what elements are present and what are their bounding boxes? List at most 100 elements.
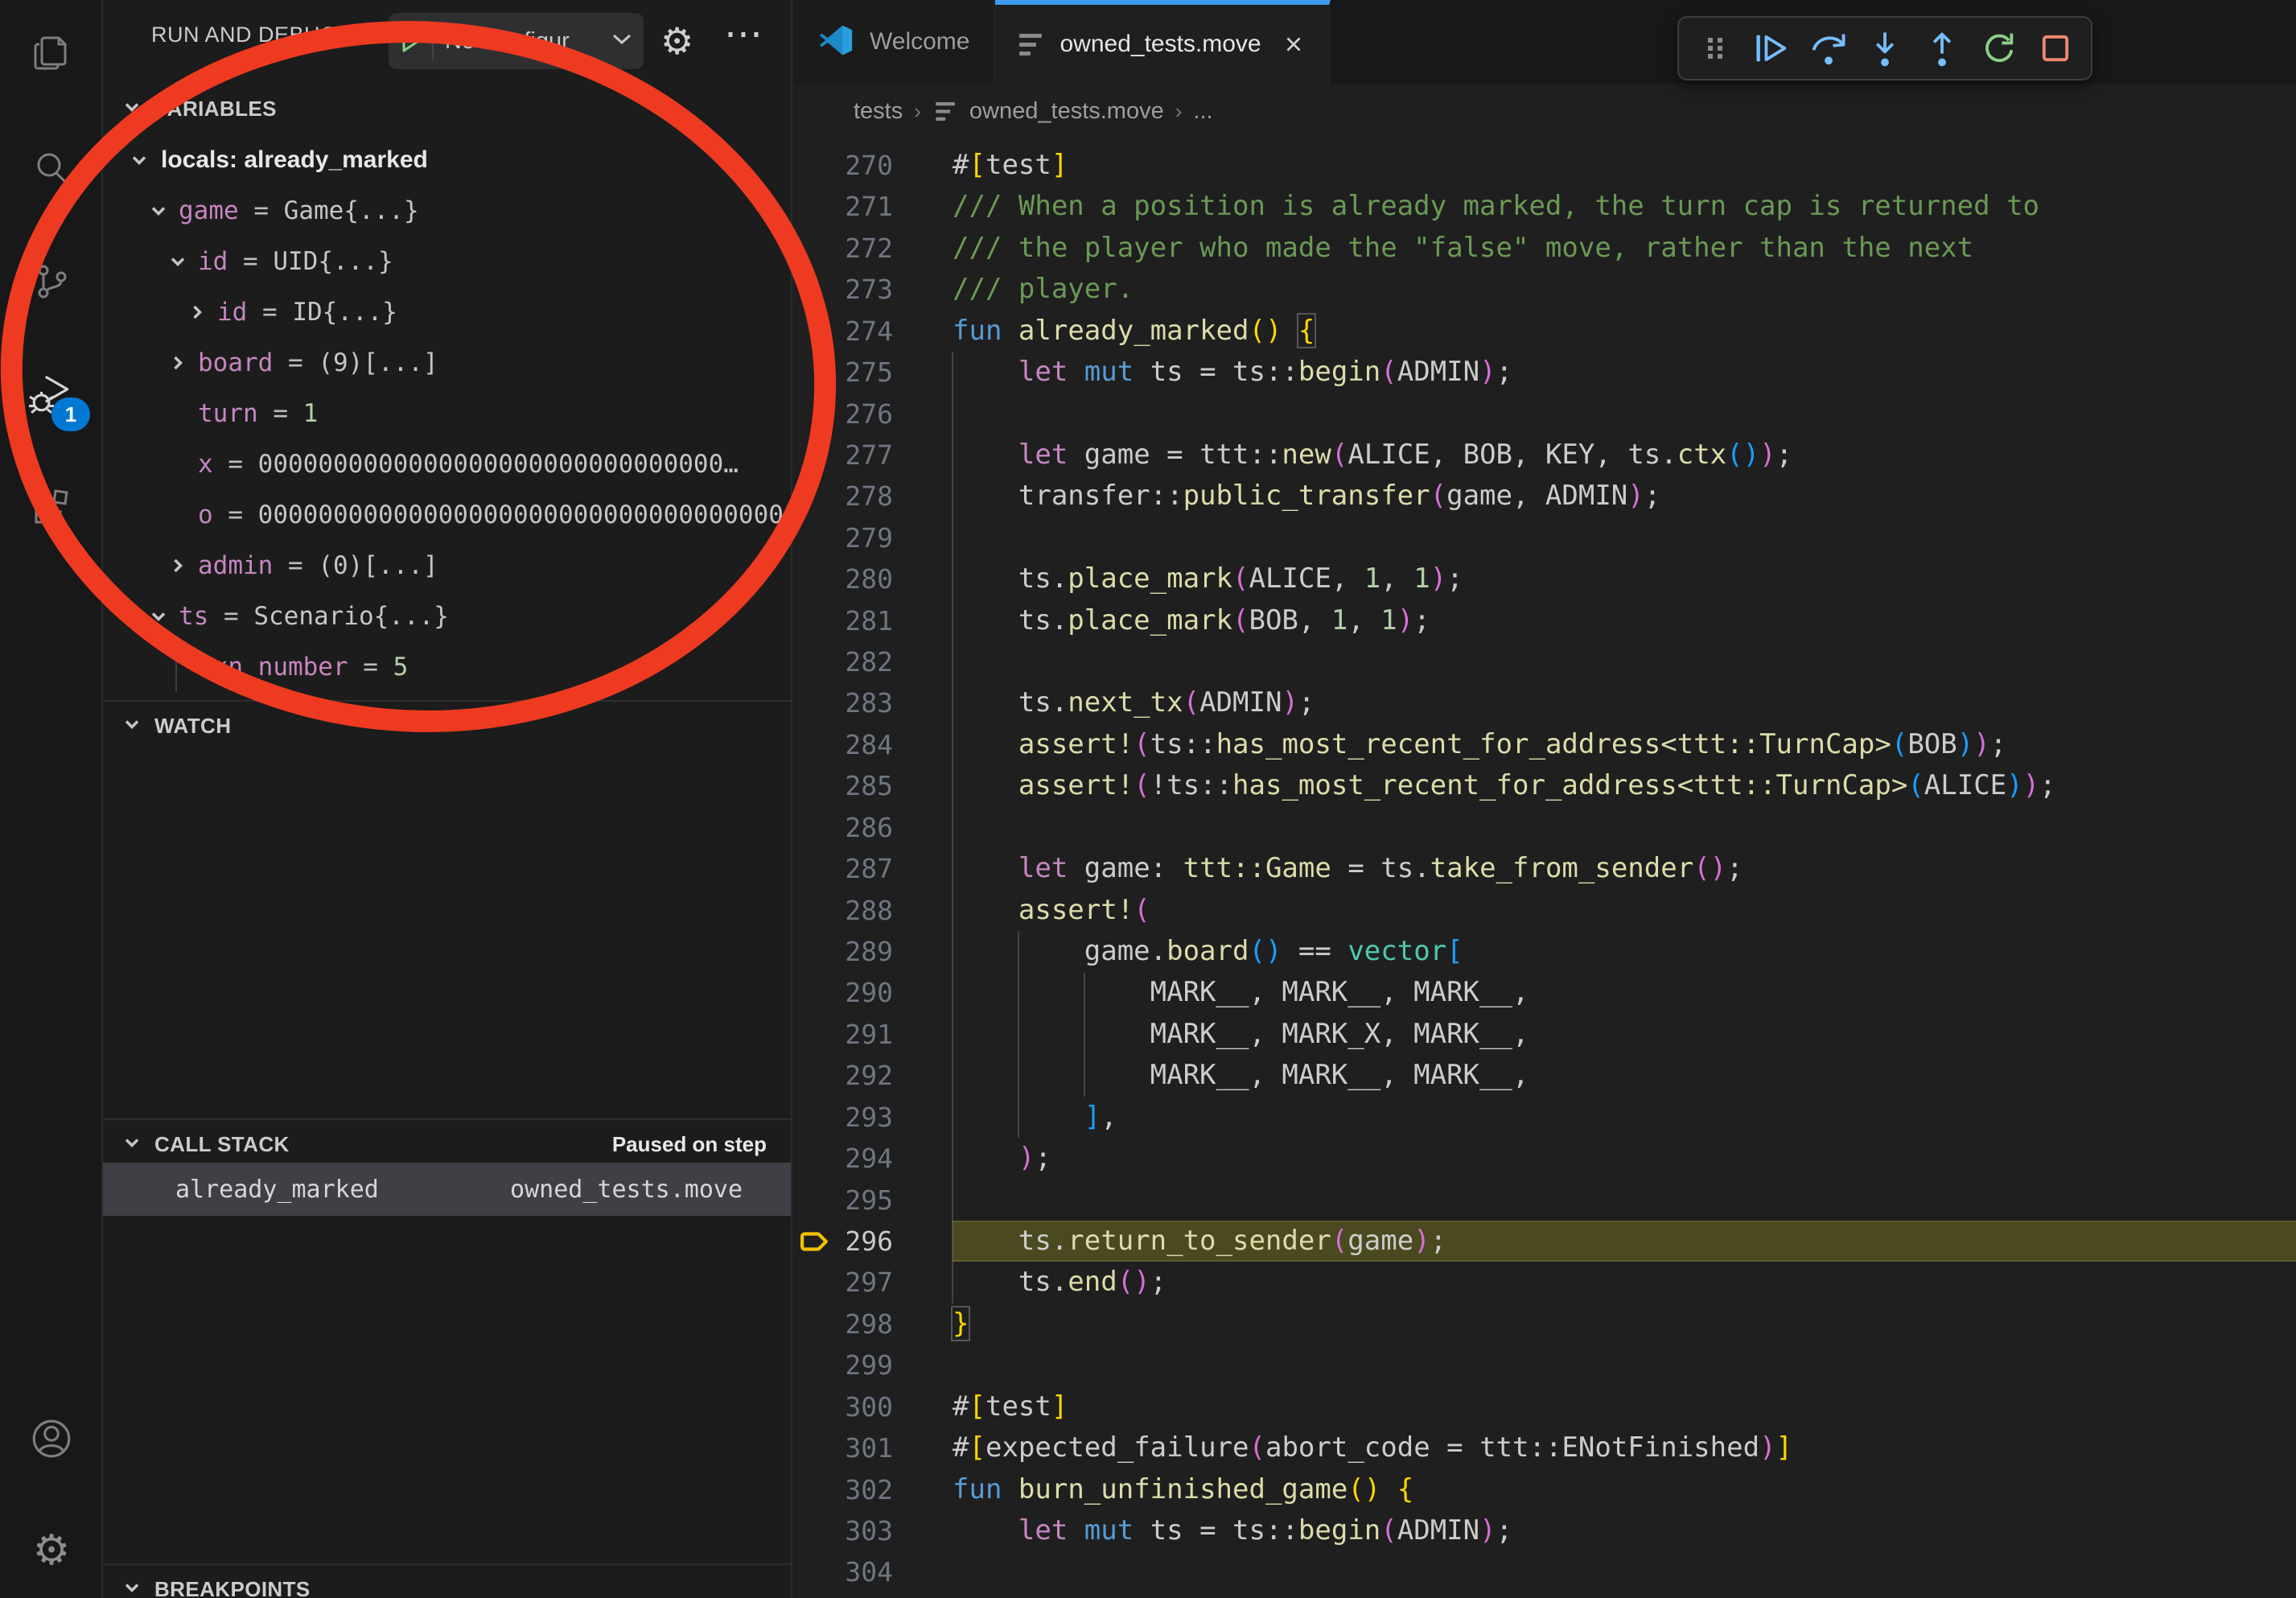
gutter[interactable]: 299 (794, 1345, 953, 1386)
tab-owned-tests-move[interactable]: owned_tests.move (995, 0, 1330, 84)
code-line-289[interactable]: 289 game.board() == vector[ (794, 931, 2296, 972)
variables-scope-row[interactable]: locals: already_marked (103, 134, 791, 185)
code-editor[interactable]: 270#[test]271/// When a position is alre… (794, 138, 2296, 1598)
chevron-down-icon[interactable] (125, 149, 153, 171)
start-debug-icon[interactable] (389, 23, 434, 60)
watch-section-header[interactable]: WATCH (103, 700, 791, 751)
breakpoints-section-header[interactable]: BREAKPOINTS (103, 1563, 791, 1598)
accounts-icon[interactable] (26, 1413, 77, 1464)
gutter[interactable]: 284 (794, 724, 953, 765)
line-content[interactable]: /// player. (953, 269, 2296, 310)
gutter[interactable]: 292 (794, 1055, 953, 1096)
code-line-298[interactable]: 298} (794, 1304, 2296, 1345)
line-content[interactable]: let game: ttt::Game = ts.take_from_sende… (953, 848, 2296, 889)
code-line-283[interactable]: 283 ts.next_tx(ADMIN); (794, 682, 2296, 723)
gutter[interactable]: 283 (794, 682, 953, 723)
variable-row[interactable]: ts = Scenario{...} (103, 591, 791, 641)
code-line-272[interactable]: 272/// the player who made the "false" m… (794, 228, 2296, 269)
code-line-295[interactable]: 295 (794, 1180, 2296, 1221)
line-content[interactable]: #[expected_failure(abort_code = ttt::ENo… (953, 1427, 2296, 1468)
line-content[interactable]: ); (953, 1138, 2296, 1179)
gutter[interactable]: 298 (794, 1304, 953, 1345)
line-content[interactable]: let mut ts = ts::begin(ADMIN); (953, 1510, 2296, 1551)
code-line-278[interactable]: 278 transfer::public_transfer(game, ADMI… (794, 476, 2296, 517)
code-line-294[interactable]: 294 ); (794, 1138, 2296, 1179)
code-line-286[interactable]: 286 (794, 807, 2296, 848)
line-content[interactable]: /// the player who made the "false" move… (953, 228, 2296, 269)
code-line-271[interactable]: 271/// When a position is already marked… (794, 186, 2296, 227)
gutter[interactable]: 272 (794, 228, 953, 269)
line-content[interactable] (953, 393, 2296, 435)
variable-row[interactable]: txn_number = 5 (103, 641, 791, 692)
gutter[interactable]: 274 (794, 311, 953, 352)
toolbar-drag-handle[interactable] (1694, 27, 1736, 69)
gutter[interactable]: 273 (794, 269, 953, 310)
code-line-302[interactable]: 302fun burn_unfinished_game() { (794, 1469, 2296, 1510)
line-content[interactable]: let mut ts = ts::begin(ADMIN); (953, 352, 2296, 393)
line-content[interactable] (953, 807, 2296, 848)
gutter[interactable]: 301 (794, 1427, 953, 1468)
breadcrumb-file[interactable]: owned_tests.move (969, 98, 1164, 125)
gutter[interactable]: 275 (794, 352, 953, 393)
tab-welcome[interactable]: Welcome (794, 0, 995, 84)
gutter[interactable]: 291 (794, 1014, 953, 1055)
gutter[interactable]: 296 (794, 1221, 953, 1262)
gutter[interactable]: 287 (794, 848, 953, 889)
line-content[interactable]: transfer::public_transfer(game, ADMIN); (953, 476, 2296, 517)
code-line-293[interactable]: 293 ], (794, 1097, 2296, 1138)
explorer-icon[interactable] (26, 27, 77, 79)
variable-row[interactable]: turn = 1 (103, 388, 791, 439)
line-content[interactable]: fun already_marked() { (953, 311, 2296, 352)
line-content[interactable]: } (953, 1304, 2296, 1345)
gutter[interactable]: 285 (794, 765, 953, 806)
code-line-303[interactable]: 303 let mut ts = ts::begin(ADMIN); (794, 1510, 2296, 1551)
line-content[interactable]: let game = ttt::new(ALICE, BOB, KEY, ts.… (953, 435, 2296, 476)
line-content[interactable]: assert!( (953, 890, 2296, 931)
line-content[interactable]: ts.return_to_sender(game); (953, 1221, 2296, 1262)
line-content[interactable]: #[test] (953, 145, 2296, 186)
gutter[interactable]: 290 (794, 972, 953, 1013)
line-content[interactable]: ts.end(); (953, 1262, 2296, 1303)
gutter[interactable]: 295 (794, 1180, 953, 1221)
line-content[interactable]: assert!(ts::has_most_recent_for_address<… (953, 724, 2296, 765)
line-content[interactable]: ], (953, 1097, 2296, 1138)
step-over-icon[interactable] (1808, 27, 1850, 69)
code-line-282[interactable]: 282 (794, 641, 2296, 682)
line-content[interactable]: fun burn_unfinished_game() { (953, 1469, 2296, 1510)
code-line-274[interactable]: 274fun already_marked() { (794, 311, 2296, 352)
chevron-down-icon[interactable] (164, 250, 191, 273)
breadcrumb-symbol[interactable]: ... (1193, 98, 1212, 125)
gutter[interactable]: 289 (794, 931, 953, 972)
gutter[interactable]: 280 (794, 558, 953, 599)
settings-gear-icon[interactable]: ⚙ (26, 1525, 77, 1576)
debug-settings-gear-icon[interactable]: ⚙ (660, 14, 693, 68)
variable-row[interactable]: game = Game{...} (103, 185, 791, 236)
gutter[interactable]: 279 (794, 517, 953, 558)
code-line-279[interactable]: 279 (794, 517, 2296, 558)
debug-config-dropdown[interactable]: No Configur (389, 13, 644, 69)
gutter[interactable]: 271 (794, 186, 953, 227)
gutter[interactable]: 300 (794, 1386, 953, 1427)
code-line-280[interactable]: 280 ts.place_mark(ALICE, 1, 1); (794, 558, 2296, 599)
code-line-290[interactable]: 290 MARK__, MARK__, MARK__, (794, 972, 2296, 1013)
restart-icon[interactable] (1977, 27, 2019, 69)
chevron-right-icon[interactable] (164, 352, 191, 374)
line-content[interactable]: assert!(!ts::has_most_recent_for_address… (953, 765, 2296, 806)
code-line-291[interactable]: 291 MARK__, MARK_X, MARK__, (794, 1014, 2296, 1055)
continue-icon[interactable] (1751, 27, 1792, 69)
line-content[interactable]: #[test] (953, 1386, 2296, 1427)
code-line-270[interactable]: 270#[test] (794, 145, 2296, 186)
gutter[interactable]: 294 (794, 1138, 953, 1179)
views-more-icon[interactable]: ⋯ (724, 8, 763, 61)
chevron-down-icon[interactable] (145, 200, 172, 222)
code-line-299[interactable]: 299 (794, 1345, 2296, 1386)
close-icon[interactable] (1282, 33, 1305, 56)
line-content[interactable] (953, 1551, 2296, 1592)
line-content[interactable]: /// When a position is already marked, t… (953, 186, 2296, 227)
source-control-icon[interactable] (26, 256, 77, 307)
line-content[interactable]: MARK__, MARK__, MARK__, (953, 1055, 2296, 1096)
code-line-275[interactable]: 275 let mut ts = ts::begin(ADMIN); (794, 352, 2296, 393)
code-line-273[interactable]: 273/// player. (794, 269, 2296, 310)
code-line-296[interactable]: 296 ts.return_to_sender(game); (794, 1221, 2296, 1262)
gutter[interactable]: 281 (794, 600, 953, 641)
